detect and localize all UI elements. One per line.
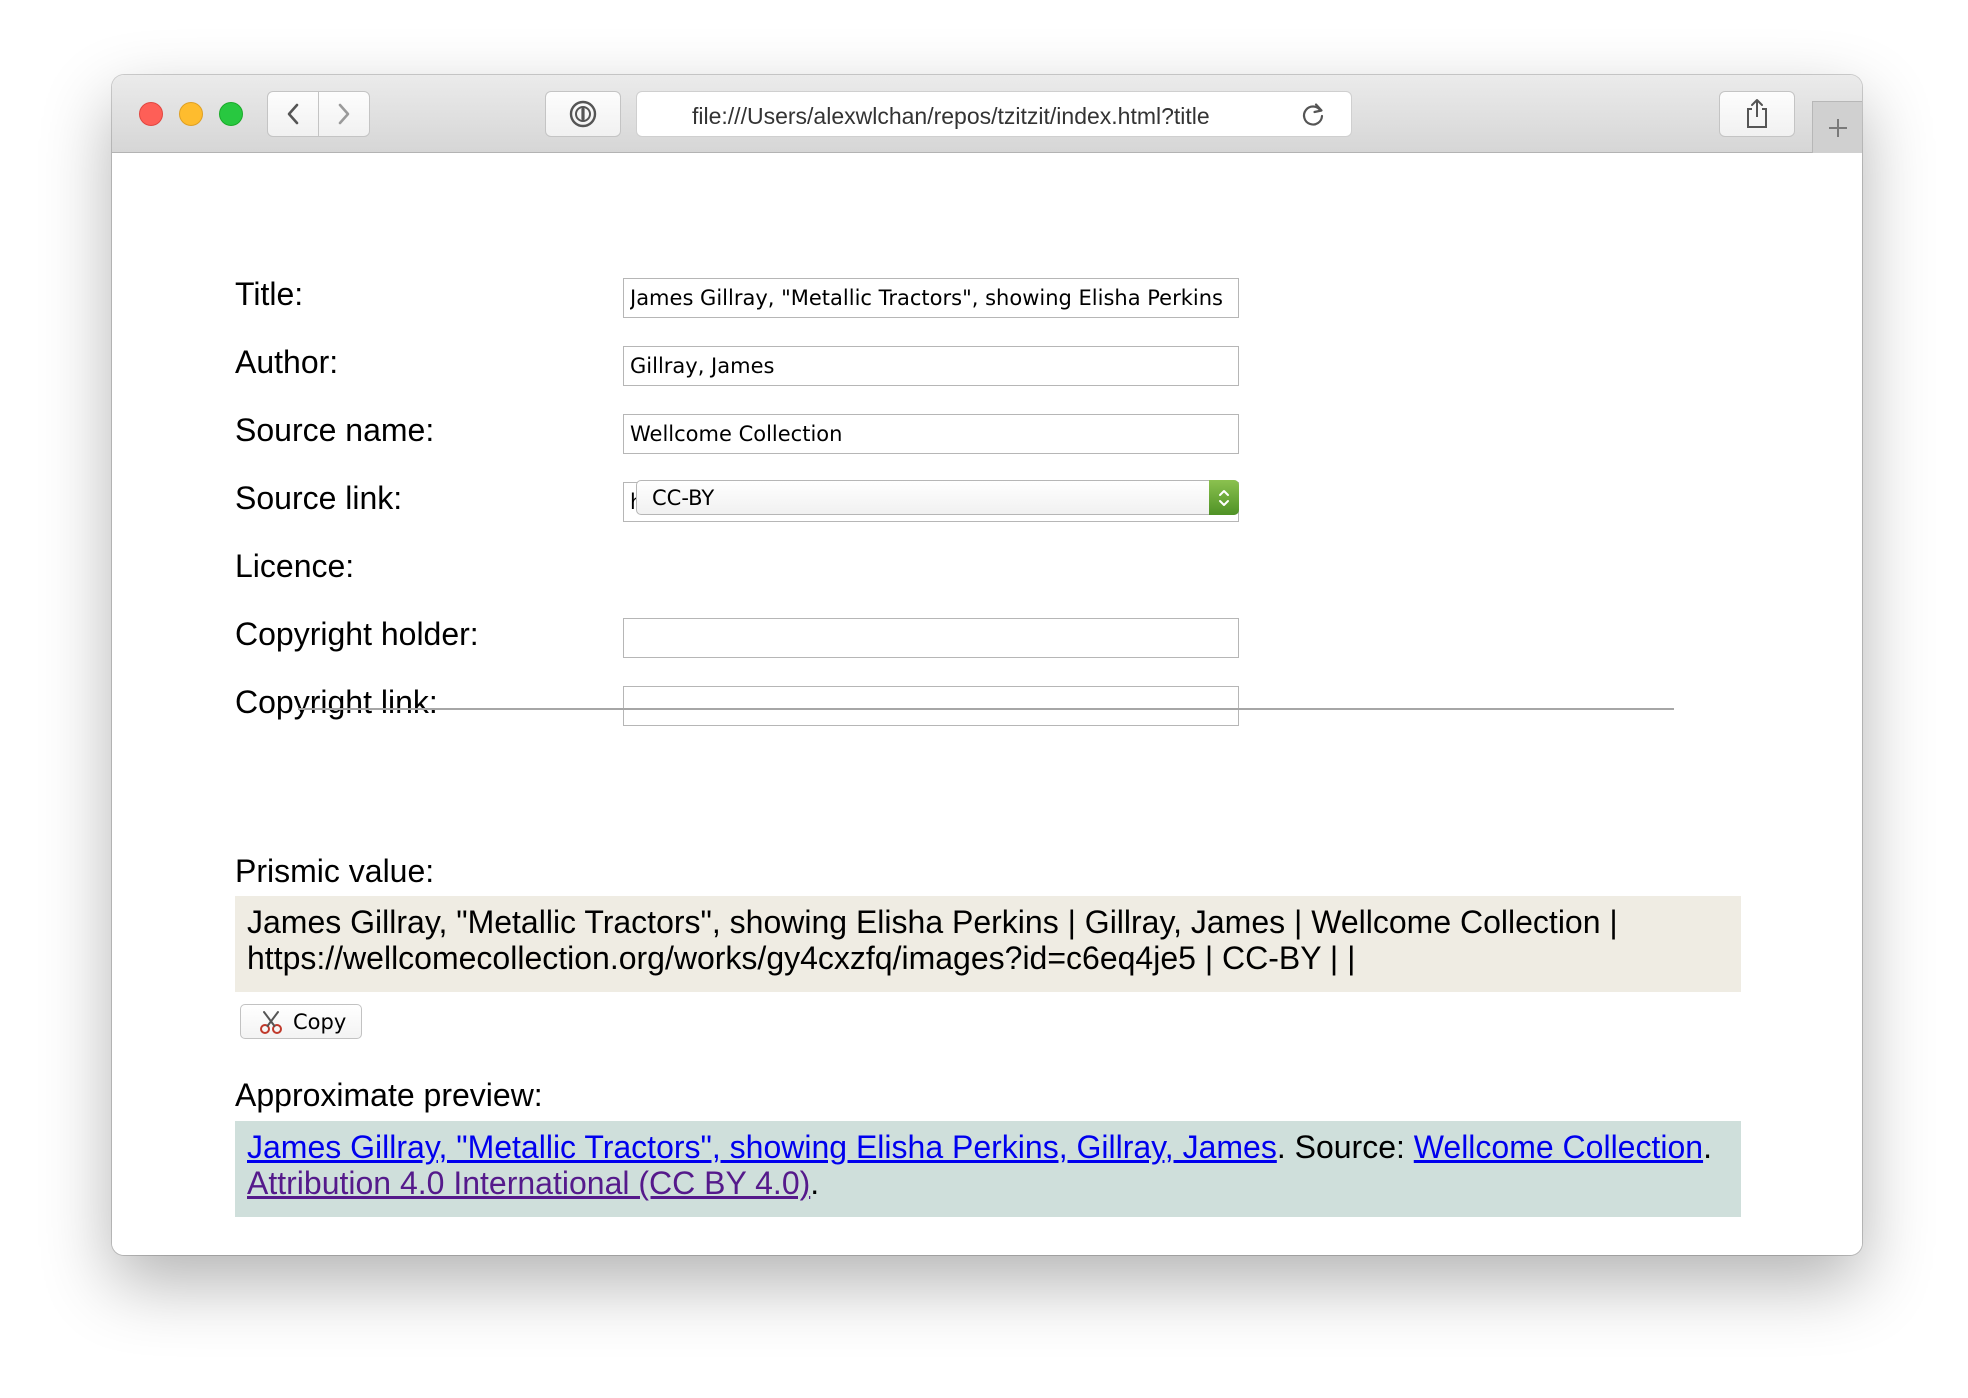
approximate-preview-box: James Gillray, "Metallic Tractors", show… [235,1121,1741,1217]
minimize-window-button[interactable] [179,102,203,126]
select-arrows-icon [1209,480,1239,515]
forward-button[interactable] [318,91,370,137]
browser-toolbar: file:///Users/alexwlchan/repos/tzitzit/i… [112,75,1862,153]
address-url[interactable]: file:///Users/alexwlchan/repos/tzitzit/i… [692,103,1292,129]
preview-line-2: Attribution 4.0 International (CC BY 4.0… [247,1165,1729,1201]
preview-line-1: James Gillray, "Metallic Tractors", show… [247,1129,1729,1165]
browser-window: file:///Users/alexwlchan/repos/tzitzit/i… [112,75,1862,1255]
approximate-preview-label: Approximate preview: [235,1077,543,1113]
new-tab-button[interactable] [1812,101,1862,153]
copyright-link-input[interactable] [623,686,1239,726]
copyright-link-label: Copyright link: [235,684,438,720]
password-manager-icon [569,100,597,128]
preview-source-prefix: . Source: [1276,1129,1414,1165]
prismic-value-line-1: James Gillray, "Metallic Tractors", show… [247,904,1618,940]
address-bar[interactable]: file:///Users/alexwlchan/repos/tzitzit/i… [636,91,1352,137]
close-window-button[interactable] [139,102,163,126]
navigation-buttons [267,91,371,137]
title-input[interactable] [623,278,1239,318]
source-name-label: Source name: [235,412,435,448]
prismic-value-box: James Gillray, "Metallic Tractors", show… [235,896,1741,992]
back-button[interactable] [267,91,319,137]
preview-title-link[interactable]: James Gillray, "Metallic Tractors", show… [247,1129,1277,1165]
chevron-right-icon [338,103,350,125]
licence-label: Licence: [235,548,355,584]
preview-source-link[interactable]: Wellcome Collection [1414,1129,1703,1165]
reload-icon[interactable] [1299,101,1327,129]
copy-button-label: Copy [293,1009,347,1034]
source-link-label: Source link: [235,480,403,516]
licence-selected-value: CC-BY [652,486,715,510]
copy-button[interactable]: Copy [240,1004,362,1039]
copyright-holder-input[interactable] [623,618,1239,658]
title-label: Title: [235,276,304,312]
plus-icon [1828,118,1847,137]
scissors-icon [257,1009,285,1035]
source-name-input[interactable] [623,414,1239,454]
preview-licence-link[interactable]: Attribution 4.0 International (CC BY 4.0… [247,1165,810,1201]
licence-select[interactable]: CC-BY [636,480,1239,515]
prismic-value-label: Prismic value: [235,853,435,889]
copyright-holder-label: Copyright holder: [235,616,479,652]
prismic-value-line-2: https://wellcomecollection.org/works/gy4… [247,940,1356,976]
preview-licence-suffix: . [810,1165,820,1201]
zoom-window-button[interactable] [219,102,243,126]
chevron-left-icon [287,103,299,125]
author-input[interactable] [623,346,1239,386]
section-divider [298,708,1674,710]
share-icon [1747,99,1767,128]
password-manager-extension-button[interactable] [545,91,621,137]
preview-source-suffix: . [1703,1129,1712,1165]
author-label: Author: [235,344,339,380]
share-button[interactable] [1719,91,1795,137]
page-content: Title: Author: Source name: Source link:… [112,153,1862,1255]
